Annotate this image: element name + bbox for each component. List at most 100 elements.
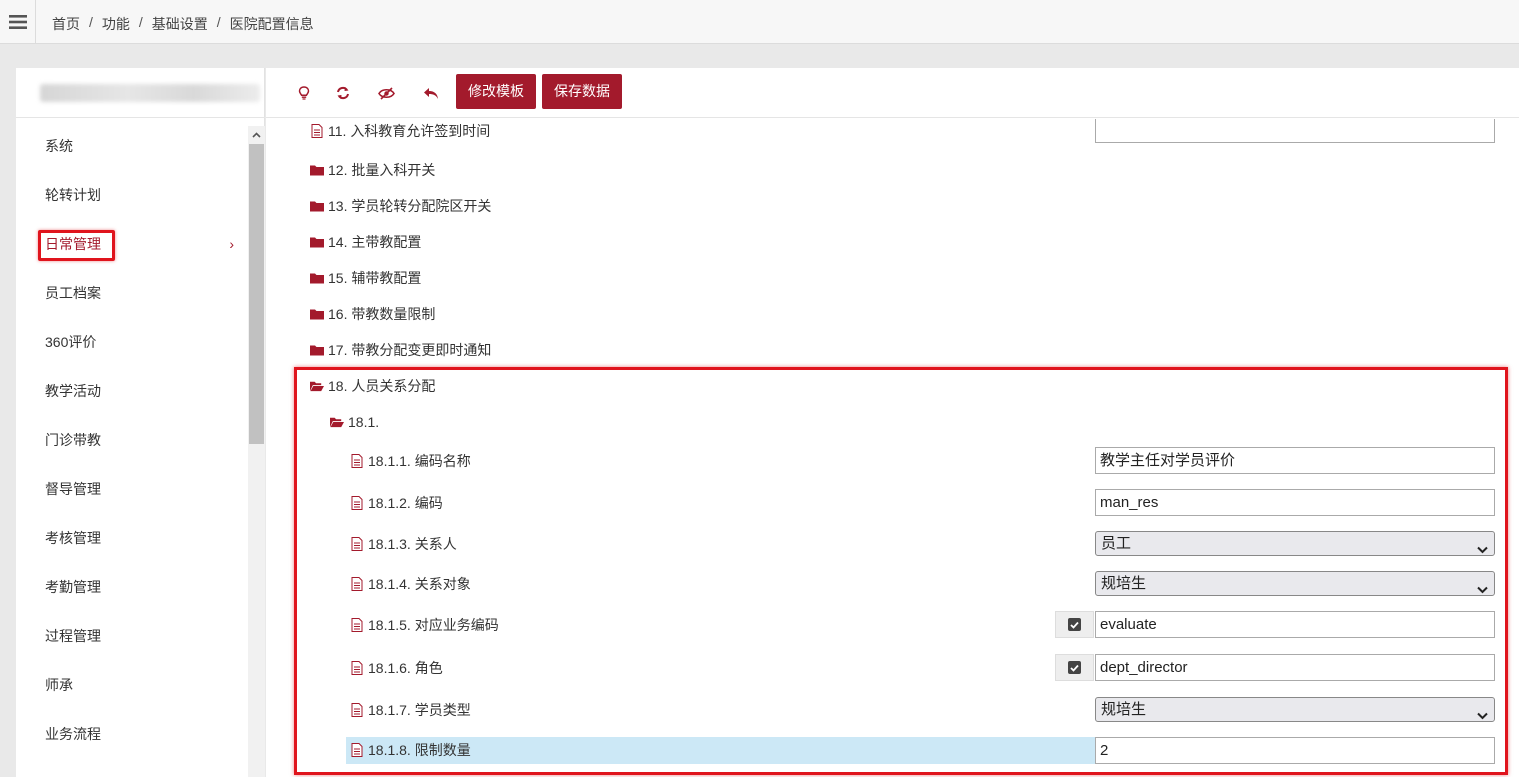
file-text-icon xyxy=(310,124,324,138)
organization-name-blurred xyxy=(40,84,260,102)
tree-node-label: 11. 入科教育允许签到时间 xyxy=(328,123,491,139)
hamburger-icon[interactable] xyxy=(0,0,36,44)
sidebar-item-label: 360评价 xyxy=(45,334,97,350)
tree-node-14[interactable]: 14. 主带教配置 xyxy=(310,224,421,260)
divider xyxy=(16,117,265,118)
folder-icon xyxy=(310,235,324,249)
code-input[interactable]: man_res xyxy=(1095,489,1495,516)
tree-leaf-code[interactable]: 18.1.2. 编码 xyxy=(350,485,443,521)
business-code-checkbox[interactable] xyxy=(1055,611,1094,638)
tree-node-18[interactable]: 18. 人员关系分配 xyxy=(310,368,435,404)
folder-icon xyxy=(310,199,324,213)
role-input[interactable]: dept_director xyxy=(1095,654,1495,681)
tree-node-label: 18.1.3. 关系人 xyxy=(368,536,457,552)
file-text-icon xyxy=(350,454,364,468)
tree-leaf-business-code[interactable]: 18.1.5. 对应业务编码 xyxy=(350,607,499,643)
relation-person-select[interactable]: 员工 xyxy=(1095,531,1495,556)
tree-node-17[interactable]: 17. 带教分配变更即时通知 xyxy=(310,332,491,368)
breadcrumb-separator: / xyxy=(216,14,221,30)
eye-slash-icon[interactable] xyxy=(374,82,398,104)
sidebar-item-teaching-activity[interactable]: 教学活动 xyxy=(16,367,248,416)
file-text-icon xyxy=(350,618,364,632)
refresh-icon[interactable] xyxy=(331,82,355,104)
sidebar-item-label: 员工档案 xyxy=(45,285,101,301)
sidebar-scrollbar[interactable] xyxy=(248,126,265,777)
tree-node-label: 18.1.8. 限制数量 xyxy=(368,742,471,758)
breadcrumb-current: 医院配置信息 xyxy=(229,16,314,32)
limit-count-input[interactable]: 2 xyxy=(1095,737,1495,764)
lightbulb-icon[interactable] xyxy=(292,82,316,104)
folder-open-icon xyxy=(330,415,344,429)
select-value: 规培生 xyxy=(1101,701,1147,718)
sidebar-menu: 系统 轮转计划 日常管理 › 员工档案 360评价 教学活动 门诊带教 督导管理… xyxy=(16,122,248,759)
sidebar-item-label: 考核管理 xyxy=(45,530,101,546)
edit-template-button[interactable]: 修改模板 xyxy=(456,74,536,109)
relation-target-select[interactable]: 规培生 xyxy=(1095,571,1495,596)
sidebar-item-daily-management[interactable]: 日常管理 › xyxy=(16,220,248,269)
sidebar-item-label: 督导管理 xyxy=(45,481,101,497)
sidebar-item-assessment[interactable]: 考核管理 xyxy=(16,514,248,563)
sidebar-item-rotation-plan[interactable]: 轮转计划 xyxy=(16,171,248,220)
role-checkbox[interactable] xyxy=(1055,654,1094,681)
scrollbar-thumb[interactable] xyxy=(249,144,264,444)
code-name-input[interactable]: 教学主任对学员评价 xyxy=(1095,447,1495,474)
tree-node-13[interactable]: 13. 学员轮转分配院区开关 xyxy=(310,188,491,224)
top-bar: 首页 / 功能 / 基础设置 / 医院配置信息 xyxy=(0,0,1519,44)
sidebar-item-mentorship[interactable]: 师承 xyxy=(16,661,248,710)
tree-node-11[interactable]: 11. 入科教育允许签到时间 xyxy=(310,119,490,149)
tree-leaf-role[interactable]: 18.1.6. 角色 xyxy=(350,650,443,686)
sidebar-item-label: 师承 xyxy=(45,677,73,693)
checked-checkbox-icon xyxy=(1068,661,1081,674)
chevron-right-icon: › xyxy=(229,236,234,252)
tree-node-label: 13. 学员轮转分配院区开关 xyxy=(328,198,492,214)
sidebar-item-label: 门诊带教 xyxy=(45,432,101,448)
tree-node-15[interactable]: 15. 辅带教配置 xyxy=(310,260,421,296)
tree-node-label: 16. 带教数量限制 xyxy=(328,306,436,322)
sidebar-item-system[interactable]: 系统 xyxy=(16,122,248,171)
sidebar-item-outpatient-teaching[interactable]: 门诊带教 xyxy=(16,416,248,465)
sidebar-item-label: 业务流程 xyxy=(45,726,101,742)
sidebar-item-workflow[interactable]: 业务流程 xyxy=(16,710,248,759)
tree-node-label: 18.1. xyxy=(348,414,380,430)
tree-node-12[interactable]: 12. 批量入科开关 xyxy=(310,152,435,188)
student-type-select[interactable]: 规培生 xyxy=(1095,697,1495,722)
chevron-down-icon xyxy=(1477,578,1488,601)
tree-leaf-limit-count[interactable]: 18.1.8. 限制数量 xyxy=(350,732,471,768)
sidebar-item-supervision[interactable]: 督导管理 xyxy=(16,465,248,514)
main-panel: 修改模板 保存数据 11. 入科教育允许签到时间 12. 批量入科开关 13. … xyxy=(266,68,1519,777)
business-code-input[interactable]: evaluate xyxy=(1095,611,1495,638)
sign-in-time-input[interactable] xyxy=(1095,119,1495,143)
chevron-down-icon xyxy=(1477,538,1488,561)
tree-node-label: 18.1.7. 学员类型 xyxy=(368,702,471,718)
sidebar-item-attendance[interactable]: 考勤管理 xyxy=(16,563,248,612)
tree-node-18-1[interactable]: 18.1. xyxy=(330,404,379,440)
tree-node-16[interactable]: 16. 带教数量限制 xyxy=(310,296,435,332)
tree-leaf-relation-target[interactable]: 18.1.4. 关系对象 xyxy=(350,566,471,602)
annotation-highlight-box xyxy=(38,230,115,261)
sidebar: 系统 轮转计划 日常管理 › 员工档案 360评价 教学活动 门诊带教 督导管理… xyxy=(16,68,265,777)
tree-leaf-code-name[interactable]: 18.1.1. 编码名称 xyxy=(350,443,471,479)
tree-node-label: 18.1.1. 编码名称 xyxy=(368,453,471,469)
breadcrumb-home[interactable]: 首页 xyxy=(52,14,80,34)
folder-icon xyxy=(310,271,324,285)
sidebar-item-staff-archive[interactable]: 员工档案 xyxy=(16,269,248,318)
undo-icon[interactable] xyxy=(419,82,443,104)
tree-node-label: 18.1.4. 关系对象 xyxy=(368,576,471,592)
toolbar: 修改模板 保存数据 xyxy=(266,68,1519,118)
file-text-icon xyxy=(350,537,364,551)
tree-leaf-student-type[interactable]: 18.1.7. 学员类型 xyxy=(350,692,471,728)
file-text-icon xyxy=(350,661,364,675)
file-text-icon xyxy=(350,496,364,510)
sidebar-item-360-evaluation[interactable]: 360评价 xyxy=(16,318,248,367)
breadcrumb-basic-settings[interactable]: 基础设置 xyxy=(152,14,208,34)
breadcrumb-separator: / xyxy=(138,14,143,30)
scroll-up-icon[interactable] xyxy=(248,126,265,143)
select-value: 规培生 xyxy=(1101,575,1147,592)
folder-icon xyxy=(310,343,324,357)
chevron-down-icon xyxy=(1477,704,1488,727)
sidebar-item-process[interactable]: 过程管理 xyxy=(16,612,248,661)
breadcrumb-function[interactable]: 功能 xyxy=(102,14,130,34)
tree-leaf-relation-person[interactable]: 18.1.3. 关系人 xyxy=(350,526,457,562)
save-data-button[interactable]: 保存数据 xyxy=(542,74,622,109)
select-value: 员工 xyxy=(1101,535,1132,552)
